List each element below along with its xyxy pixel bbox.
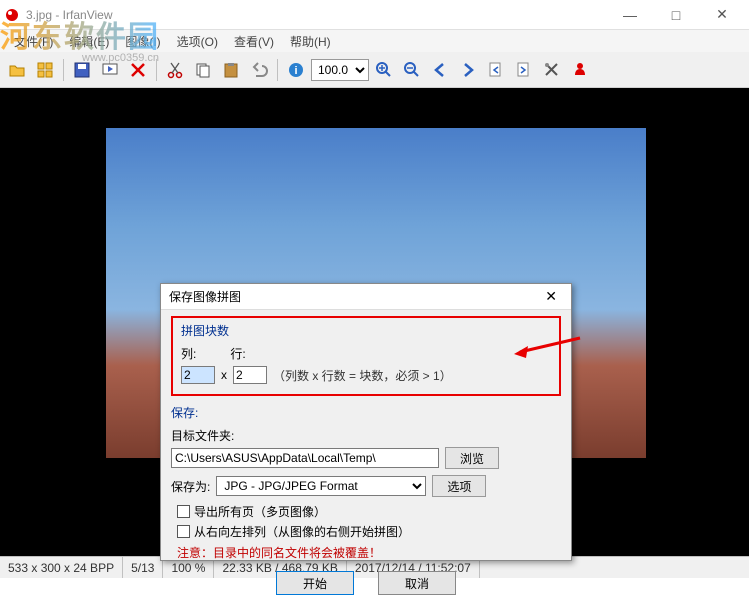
columns-input[interactable] — [181, 366, 215, 384]
thumbnails-icon[interactable] — [32, 57, 58, 83]
prev-icon[interactable] — [427, 57, 453, 83]
watermark-url: www.pc0359.cn — [82, 52, 159, 64]
close-button[interactable]: ✕ — [699, 0, 745, 30]
target-folder-label: 目标文件夹: — [171, 427, 561, 444]
browse-button[interactable]: 浏览 — [445, 447, 499, 469]
paste-icon[interactable] — [218, 57, 244, 83]
dialog-close-button[interactable]: ✕ — [539, 288, 563, 305]
undo-icon[interactable] — [246, 57, 272, 83]
cancel-button[interactable]: 取消 — [378, 571, 456, 595]
rows-label: 行: — [230, 345, 245, 362]
columns-label: 列: — [181, 345, 196, 362]
rtl-checkbox[interactable] — [177, 525, 190, 538]
dialog-titlebar: 保存图像拼图 ✕ — [161, 284, 571, 310]
status-dimensions: 533 x 300 x 24 BPP — [0, 557, 123, 578]
export-allpages-label: 导出所有页（多页图像） — [194, 503, 326, 520]
open-icon[interactable] — [4, 57, 30, 83]
options-button[interactable]: 选项 — [432, 475, 486, 497]
menu-view[interactable]: 查看(V) — [226, 31, 282, 52]
rtl-label: 从右向左排列（从图像的右侧开始拼图） — [194, 523, 410, 540]
svg-text:i: i — [294, 65, 297, 77]
next-page-icon[interactable] — [511, 57, 537, 83]
toolbar-separator — [63, 59, 64, 81]
copy-icon[interactable] — [190, 57, 216, 83]
menu-options[interactable]: 选项(O) — [169, 31, 226, 52]
tile-hint: （列数 x 行数 = 块数，必须 > 1） — [273, 367, 452, 384]
dialog-title: 保存图像拼图 — [169, 288, 539, 305]
info-icon[interactable]: i — [283, 57, 309, 83]
multiply-label: x — [221, 368, 227, 382]
zoom-combo[interactable]: 100.0 — [311, 59, 369, 81]
menu-help[interactable]: 帮助(H) — [282, 31, 339, 52]
zoom-in-icon[interactable] — [371, 57, 397, 83]
minimize-button[interactable]: — — [607, 0, 653, 30]
settings-icon[interactable] — [539, 57, 565, 83]
toolbar-separator — [277, 59, 278, 81]
rows-input[interactable] — [233, 366, 267, 384]
zoom-out-icon[interactable] — [399, 57, 425, 83]
maximize-button[interactable]: □ — [653, 0, 699, 30]
save-section-label: 保存: — [171, 404, 561, 421]
target-folder-input[interactable] — [171, 448, 439, 468]
annotation-arrow — [512, 334, 582, 364]
watermark-logo: 河东软件园 — [0, 12, 160, 56]
image-canvas: 保存图像拼图 ✕ 拼图块数 列: 行: x （列数 x 行数 = 块数，必须 >… — [0, 88, 749, 556]
start-button[interactable]: 开始 — [276, 571, 354, 595]
export-allpages-checkbox[interactable] — [177, 505, 190, 518]
about-icon[interactable] — [567, 57, 593, 83]
prev-page-icon[interactable] — [483, 57, 509, 83]
next-icon[interactable] — [455, 57, 481, 83]
cut-icon[interactable] — [162, 57, 188, 83]
status-page: 5/13 — [123, 557, 163, 578]
overwrite-warning: 注意：目录中的同名文件将会被覆盖！ — [177, 544, 561, 561]
format-select[interactable]: JPG - JPG/JPEG Format — [216, 476, 426, 496]
saveas-label: 保存为: — [171, 478, 210, 495]
tile-section-label: 拼图块数 — [181, 322, 551, 339]
tile-count-section: 拼图块数 列: 行: x （列数 x 行数 = 块数，必须 > 1） — [171, 316, 561, 396]
save-tile-dialog: 保存图像拼图 ✕ 拼图块数 列: 行: x （列数 x 行数 = 块数，必须 >… — [160, 283, 572, 561]
